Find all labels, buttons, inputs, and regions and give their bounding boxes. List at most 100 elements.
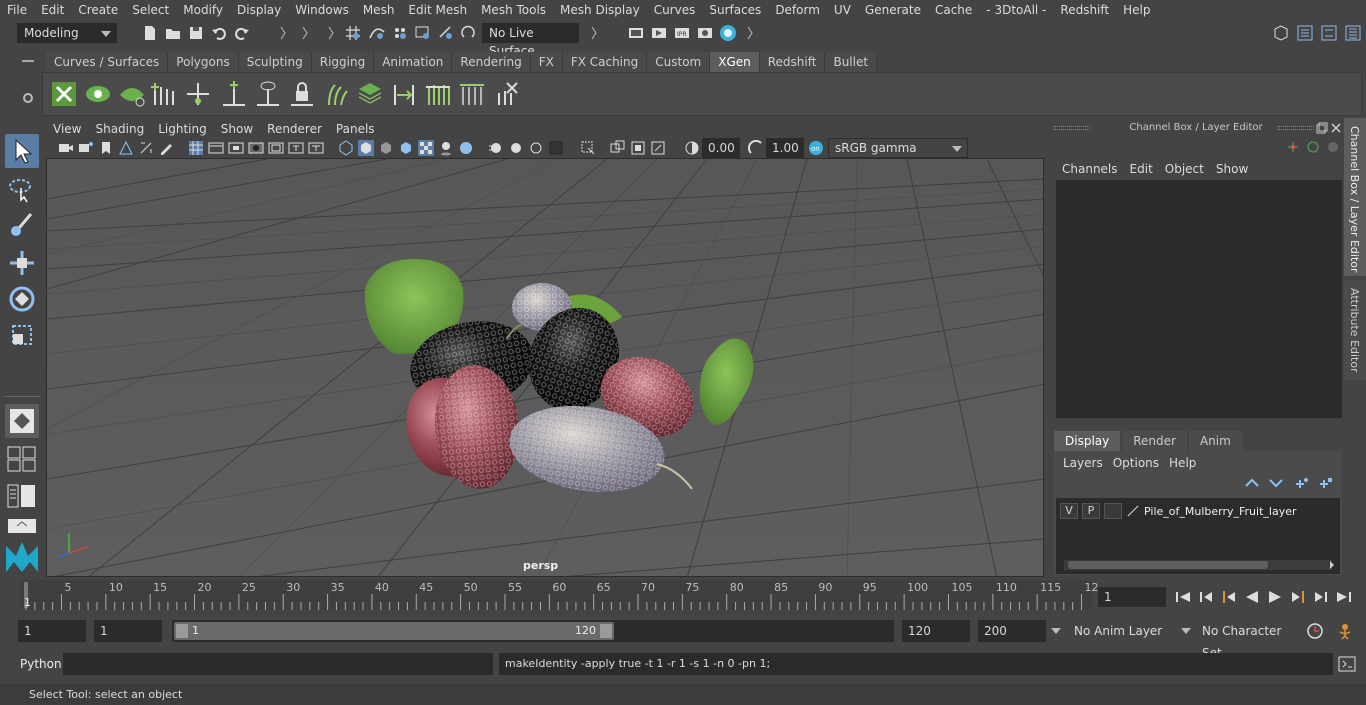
xgen-convert-icon[interactable] [389,79,419,109]
move-layer-up-icon[interactable] [1244,476,1260,490]
menu-select[interactable]: Select [125,0,176,20]
camera-attributes-icon[interactable] [78,140,94,156]
shelf-tab-curves-surfaces[interactable]: Curves / Surfaces [46,52,169,72]
panel-drag-handle[interactable] [1054,126,1090,130]
live-surface-field[interactable]: No Live Surface [482,23,579,58]
xgen-add-guide-icon[interactable] [149,79,179,109]
animation-start-field[interactable]: 1 [18,620,86,642]
menu-create[interactable]: Create [71,0,125,20]
snap-curve-icon[interactable] [368,24,386,42]
perspective-viewport[interactable]: persp [46,158,1044,577]
menu-uv[interactable]: UV [827,0,858,20]
current-frame-field[interactable]: 1 [1098,587,1166,607]
layer-row[interactable]: V P Pile_of_Mulberry_Fruit_layer [1060,502,1338,520]
playback-start-field[interactable]: 1 [94,620,162,642]
xgen-interactive-groom-icon[interactable] [423,79,453,109]
step-back-icon[interactable] [1197,589,1215,605]
step-back-key-icon[interactable] [1220,589,1238,605]
tool-settings-toggle-icon[interactable] [1320,24,1338,42]
layer-help-menu[interactable]: Help [1164,456,1201,470]
layer-name[interactable]: Pile_of_Mulberry_Fruit_layer [1144,505,1297,518]
lasso-tool[interactable] [5,172,39,206]
channel-show-menu[interactable]: Show [1210,162,1254,176]
new-layer-selected-icon[interactable] [1318,476,1334,490]
viewport-menu-renderer[interactable]: Renderer [260,120,329,138]
menu-redshift[interactable]: Redshift [1053,0,1116,20]
open-scene-icon[interactable] [164,24,182,42]
ipr-render-icon[interactable]: IPR [673,24,691,42]
axis-icon[interactable] [1286,140,1300,154]
xgen-lock-guide-icon[interactable] [287,79,317,109]
layout-bottom-icon[interactable] [7,518,37,534]
color-space-selector[interactable]: sRGB gamma [828,138,968,158]
step-forward-icon[interactable] [1312,589,1330,605]
menu-mesh-tools[interactable]: Mesh Tools [474,0,553,20]
script-editor-icon[interactable] [1338,655,1356,673]
safe-action-icon[interactable] [288,140,304,156]
animation-preferences-icon[interactable] [1336,622,1354,640]
wireframe-icon[interactable] [338,140,354,156]
2d-pan-zoom-icon[interactable] [138,140,154,156]
render-globals-icon[interactable] [696,24,714,42]
step-forward-key-icon[interactable] [1289,589,1307,605]
menu-edit[interactable]: Edit [34,0,71,20]
menu-file[interactable]: File [0,0,34,20]
select-tool[interactable] [5,134,39,168]
side-tab-attribute-editor[interactable]: Attribute Editor [1344,280,1366,380]
layer-color-slash-icon[interactable] [1126,504,1140,518]
render-frame-icon[interactable] [650,24,668,42]
grease-pencil-icon[interactable] [158,140,174,156]
range-slider-start-grip[interactable] [176,624,188,638]
xgen-delete-icon[interactable] [491,79,521,109]
shelf-tab-polygons[interactable]: Polygons [168,52,239,72]
color-management-icon[interactable]: on [808,140,824,156]
gamma-icon[interactable] [748,140,764,156]
character-set-selector[interactable]: No Character Set [1196,620,1298,660]
layout-outliner-icon[interactable] [7,484,37,508]
gear-icon[interactable] [22,92,34,104]
channel-box-options-icon[interactable] [1326,140,1340,154]
xgen-plus-guide-icon[interactable] [219,79,249,109]
shelf-tab-fx[interactable]: FX [530,52,563,72]
go-to-end-icon[interactable] [1335,589,1353,605]
layer-tab-display[interactable]: Display [1054,431,1121,451]
menu-3dtoall[interactable]: - 3DtoAll - [979,0,1053,20]
viewport-menu-shading[interactable]: Shading [88,120,151,138]
layout-four-icon[interactable] [7,446,37,472]
layer-display-type-toggle[interactable] [1104,503,1122,519]
scale-tool[interactable] [5,318,39,352]
shadows-icon[interactable] [438,140,454,156]
go-to-start-icon[interactable] [1174,589,1192,605]
channel-object-menu[interactable]: Object [1159,162,1210,176]
shelf-tab-rigging[interactable]: Rigging [311,52,375,72]
snap-view-plane-icon[interactable] [414,24,432,42]
range-slider-end-grip[interactable] [600,624,612,638]
snap-live-icon[interactable] [437,24,455,42]
viewport-menu-view[interactable]: View [46,120,88,138]
new-layer-icon[interactable] [1294,476,1310,490]
layer-scrollbar-thumb[interactable] [1068,561,1268,569]
shelf-tab-xgen[interactable]: XGen [710,52,760,72]
undo-icon[interactable] [210,24,228,42]
side-tab-channel-box[interactable]: Channel Box / Layer Editor [1344,118,1366,276]
screen-space-ao-icon[interactable] [458,140,474,156]
menu-surfaces[interactable]: Surfaces [702,0,768,20]
film-gate-icon[interactable] [208,140,224,156]
layer-playback-toggle[interactable]: P [1082,503,1100,519]
shelf-tab-sculpting[interactable]: Sculpting [238,52,312,72]
channels-menu[interactable]: Channels [1056,162,1124,176]
menu-curves[interactable]: Curves [647,0,703,20]
shelf-handle[interactable] [20,54,36,112]
bookmark-icon[interactable] [98,140,114,156]
menu-help[interactable]: Help [1116,0,1157,20]
textured-icon[interactable] [398,140,414,156]
snap-grid-icon[interactable] [344,24,362,42]
anim-layer-selector[interactable]: No Anim Layer [1068,620,1172,642]
float-panel-icon[interactable] [1316,122,1328,134]
grid-toggle-icon[interactable] [188,140,204,156]
manipulator-icon[interactable] [1306,140,1320,154]
gate-mask-icon[interactable] [248,140,264,156]
workspace-icon[interactable] [1272,24,1290,42]
paint-select-tool[interactable] [5,208,39,242]
viewport-menu-panels[interactable]: Panels [329,120,382,138]
